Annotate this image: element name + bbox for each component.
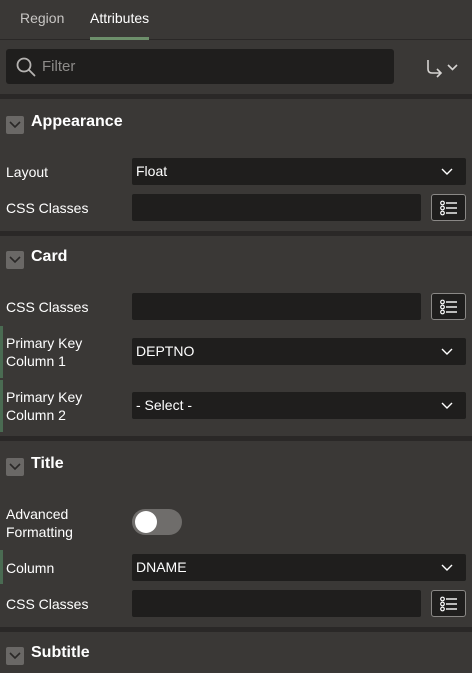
css-classes-list-button[interactable] <box>431 590 466 617</box>
section-title: Title <box>31 455 64 472</box>
list-icon <box>440 200 457 216</box>
appearance-section-header[interactable]: Appearance <box>0 110 472 140</box>
toggle-knob <box>135 511 157 533</box>
pk2-label: Primary Key Column 2 <box>6 388 82 424</box>
css-classes-label: CSS Classes <box>6 299 89 315</box>
title-section-header[interactable]: Title <box>0 452 472 482</box>
filter-bar <box>6 49 394 84</box>
chevron-down-icon <box>441 402 453 409</box>
list-icon <box>440 299 457 315</box>
css-classes-input[interactable] <box>132 194 421 221</box>
css-classes-label: CSS Classes <box>6 200 89 216</box>
layout-label: Layout <box>6 164 49 180</box>
collapse-toggle[interactable] <box>6 116 24 134</box>
advanced-formatting-label: Advanced Formatting <box>6 505 73 541</box>
subtitle-section-header[interactable]: Subtitle <box>0 641 472 671</box>
pk1-label: Primary Key Column 1 <box>6 334 82 370</box>
pk1-select[interactable]: DEPTNO <box>132 338 466 365</box>
section-title: Subtitle <box>31 644 90 661</box>
chevron-down-icon <box>441 348 453 355</box>
required-indicator <box>0 326 3 378</box>
section-divider <box>0 627 472 632</box>
css-classes-list-button[interactable] <box>431 194 466 221</box>
css-classes-label: CSS Classes <box>6 596 89 612</box>
goto-group-button[interactable] <box>424 54 462 80</box>
list-icon <box>440 596 457 612</box>
chevron-down-icon <box>441 168 453 175</box>
chevron-down-icon <box>441 564 453 571</box>
tab-attributes[interactable]: Attributes <box>90 0 150 40</box>
label-line: Column 1 <box>6 353 66 369</box>
section-divider <box>0 94 472 99</box>
required-indicator <box>0 380 3 432</box>
section-divider <box>0 436 472 441</box>
collapse-toggle[interactable] <box>6 251 24 269</box>
column-label: Column <box>6 560 55 576</box>
label-line: Advanced <box>6 506 69 522</box>
goto-arrow-icon <box>427 60 458 78</box>
label-line: Column 2 <box>6 407 66 423</box>
select-value: DEPTNO <box>136 343 195 359</box>
collapse-toggle[interactable] <box>6 458 24 476</box>
column-select[interactable]: DNAME <box>132 554 466 581</box>
card-section-header[interactable]: Card <box>0 245 472 275</box>
label-line: Primary Key <box>6 335 83 351</box>
section-title: Card <box>31 248 68 265</box>
tab-region[interactable]: Region <box>20 0 64 40</box>
pk2-select[interactable]: - Select - <box>132 392 466 419</box>
tab-bar: Region Attributes <box>0 0 472 40</box>
css-classes-input[interactable] <box>132 293 421 320</box>
filter-input[interactable] <box>42 49 382 84</box>
css-classes-input[interactable] <box>132 590 421 617</box>
chevron-down-icon <box>9 121 21 129</box>
advanced-formatting-toggle[interactable] <box>132 509 182 535</box>
chevron-down-icon <box>9 652 21 660</box>
chevron-down-icon <box>9 463 21 471</box>
search-icon <box>16 57 36 77</box>
css-classes-list-button[interactable] <box>431 293 466 320</box>
label-line: Primary Key <box>6 389 83 405</box>
select-value: - Select - <box>136 397 193 413</box>
label-line: Formatting <box>6 524 73 540</box>
select-value: Float <box>136 163 168 179</box>
collapse-toggle[interactable] <box>6 647 24 665</box>
section-title: Appearance <box>31 113 123 130</box>
chevron-down-icon <box>9 256 21 264</box>
select-value: DNAME <box>136 559 187 575</box>
section-divider <box>0 231 472 236</box>
required-indicator <box>0 550 3 584</box>
layout-select[interactable]: Float <box>132 158 466 185</box>
